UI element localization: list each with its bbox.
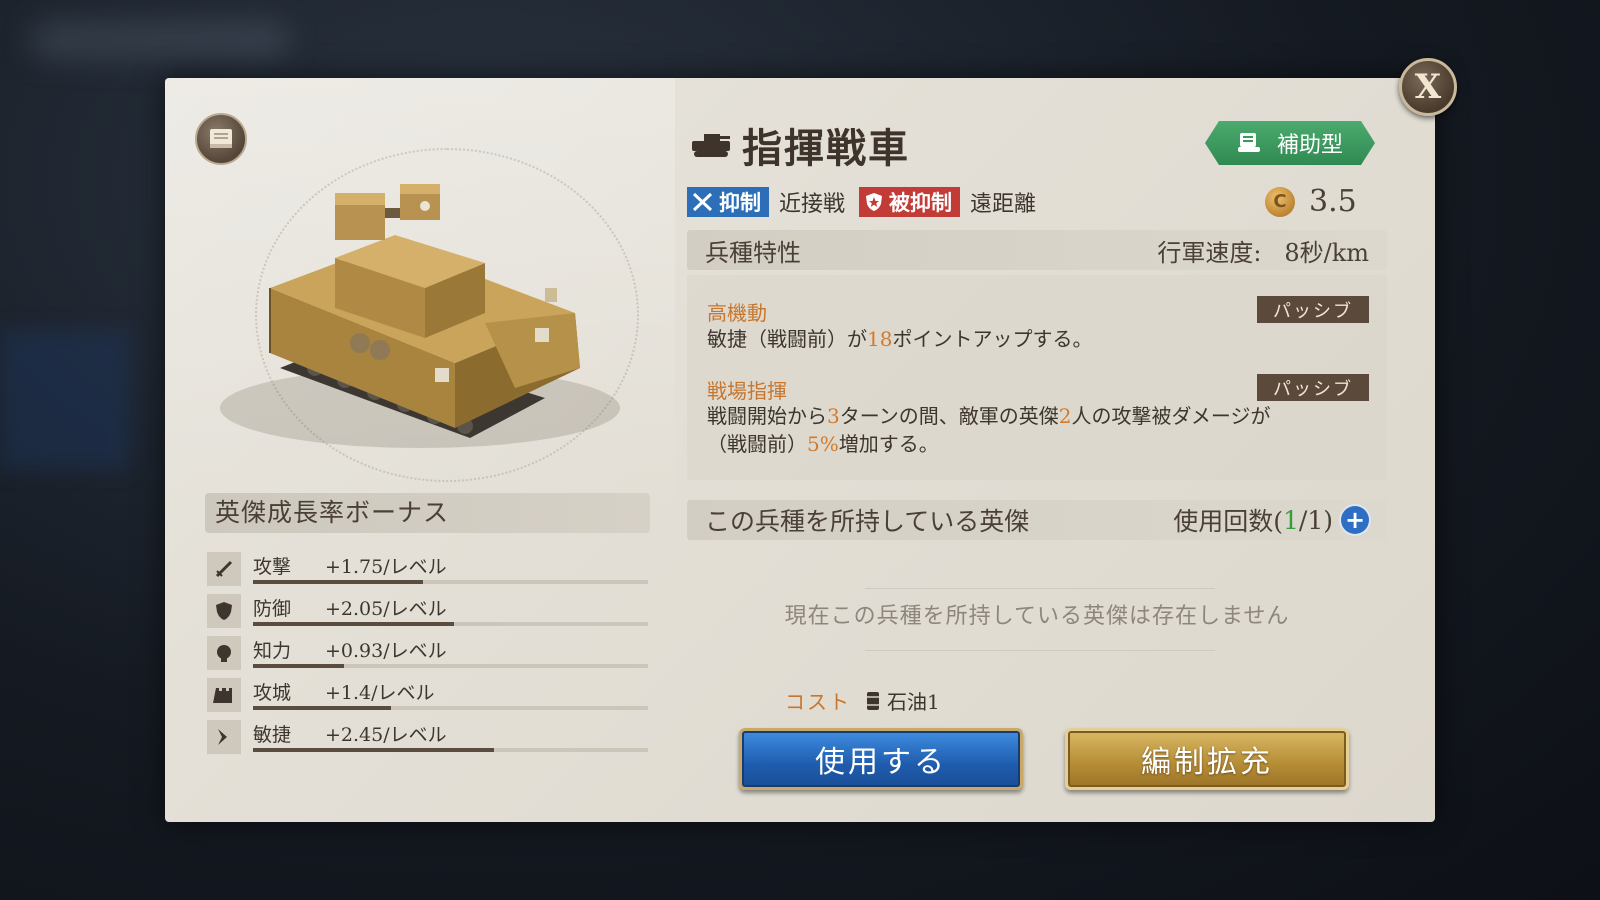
stat-value: +2.45/レベル xyxy=(325,724,447,746)
traits-list: 高機動 パッシブ 敏捷（戦闘前）が18ポイントアップする。 戦場指揮 パッシブ … xyxy=(687,275,1387,480)
usage-current: 1 xyxy=(1283,505,1299,535)
counter-relations: 抑制 近接戦 被抑制 遠距離 xyxy=(687,186,1050,218)
stat-label: 攻撃 xyxy=(253,556,292,578)
growth-stat-row: 攻撃 +1.75/レベル xyxy=(207,550,652,590)
trait-description: 戦闘開始から3ターンの間、敵軍の英傑2人の攻撃被ダメージが （戦闘前）5%増加する… xyxy=(707,404,1271,456)
unit-role-badge: 補助型 xyxy=(1205,121,1375,165)
cost-display: コスト 石油1 xyxy=(785,686,940,715)
growth-stat-row: 知力 +0.93/レベル xyxy=(207,634,652,674)
unit-portrait xyxy=(185,138,655,482)
growth-bonus-header: 英傑成長率ボーナス xyxy=(205,493,650,533)
passive-tag: パッシブ xyxy=(1257,296,1369,323)
divider-bottom xyxy=(865,650,1215,651)
usage-count: 使用回数(1/1) + xyxy=(1173,502,1369,538)
divider-top xyxy=(865,588,1215,589)
stat-value: +0.93/レベル xyxy=(325,640,447,662)
stat-bar-fill xyxy=(253,580,423,584)
stat-bar xyxy=(253,664,648,668)
head-icon xyxy=(207,636,241,670)
stat-value: +1.75/レベル xyxy=(325,556,447,578)
background-blurred-panel xyxy=(0,330,130,470)
stat-value: +2.05/レベル xyxy=(325,598,447,620)
counter-tag: 抑制 xyxy=(687,187,769,217)
castle-icon xyxy=(207,678,241,712)
close-button[interactable]: X xyxy=(1399,58,1457,116)
stat-bar xyxy=(253,622,648,626)
add-usage-button[interactable]: + xyxy=(1341,506,1369,534)
shield-icon xyxy=(207,594,241,628)
cost-label: コスト xyxy=(785,690,851,714)
support-flag-icon xyxy=(1237,131,1263,155)
shield-star-icon xyxy=(866,193,883,211)
unit-detail-dialog: 英傑成長率ボーナス 指揮戦車 補助型 抑制 近接戦 被抑制 遠距離 C 3.5 … xyxy=(165,78,1435,822)
no-heroes-message: 現在この兵種を所持している英傑は存在しません xyxy=(784,604,1290,629)
countered-by: 遠距離 xyxy=(970,192,1037,217)
traits-title: 兵種特性 xyxy=(705,238,801,267)
coin-icon: C xyxy=(1265,186,1295,217)
trait-description: 敏捷（戦闘前）が18ポイントアップする。 xyxy=(707,327,1093,351)
trait-name: 高機動 xyxy=(707,301,767,325)
tank-icon xyxy=(692,134,730,157)
unit-name: 指揮戦車 xyxy=(742,125,910,172)
sword-icon xyxy=(207,552,241,586)
countered-tag-label: 被抑制 xyxy=(889,190,953,215)
crossed-swords-icon xyxy=(692,192,713,212)
growth-stat-row: 防御 +2.05/レベル xyxy=(207,592,652,632)
heroes-header-title: この兵種を所持している英傑 xyxy=(705,507,1030,536)
stat-value: +1.4/レベル xyxy=(325,682,435,704)
use-button[interactable]: 使用する xyxy=(739,728,1023,790)
trait-name: 戦場指揮 xyxy=(707,379,787,403)
role-badge-label: 補助型 xyxy=(1276,133,1343,158)
unit-cost-rating: C 3.5 xyxy=(1265,184,1357,219)
heroes-with-unit-header: この兵種を所持している英傑 使用回数(1/1) + xyxy=(687,500,1387,540)
stat-label: 知力 xyxy=(253,640,292,662)
stat-bar-fill xyxy=(253,748,494,752)
unit-title: 指揮戦車 xyxy=(690,116,910,174)
growth-stat-row: 攻城 +1.4/レベル xyxy=(207,676,652,716)
stat-label: 防御 xyxy=(253,598,292,620)
unit-traits-header: 兵種特性 行軍速度: 8秒/km xyxy=(687,230,1387,270)
command-tank-illustration xyxy=(220,184,620,448)
boot-icon xyxy=(207,720,241,754)
march-speed: 行軍速度: 8秒/km xyxy=(1157,233,1369,268)
growth-stat-row: 敏捷 +2.45/レベル xyxy=(207,718,652,758)
stat-label: 敏捷 xyxy=(253,724,292,746)
stat-bar xyxy=(253,580,648,584)
stat-bar xyxy=(253,706,648,710)
oil-barrel-icon xyxy=(867,691,879,710)
passive-tag: パッシブ xyxy=(1257,374,1369,401)
stat-bar-fill xyxy=(253,664,344,668)
march-speed-label: 行軍速度: xyxy=(1157,238,1262,267)
stat-bar xyxy=(253,748,648,752)
expand-formation-button[interactable]: 編制拡充 xyxy=(1065,728,1349,790)
stat-label: 攻城 xyxy=(253,682,292,704)
counter-tag-label: 抑制 xyxy=(719,190,761,215)
stat-bar-fill xyxy=(253,622,455,626)
cost-rating-value: 3.5 xyxy=(1309,184,1357,219)
usage-suffix: /1) xyxy=(1298,505,1333,535)
usage-prefix: 使用回数( xyxy=(1173,507,1283,536)
stat-bar-fill xyxy=(253,706,392,710)
background-blurred-title xyxy=(30,20,290,60)
cost-value: 石油1 xyxy=(887,690,940,714)
counter-target: 近接戦 xyxy=(779,192,846,217)
march-speed-value: 8秒/km xyxy=(1284,238,1369,267)
countered-tag: 被抑制 xyxy=(859,187,961,217)
